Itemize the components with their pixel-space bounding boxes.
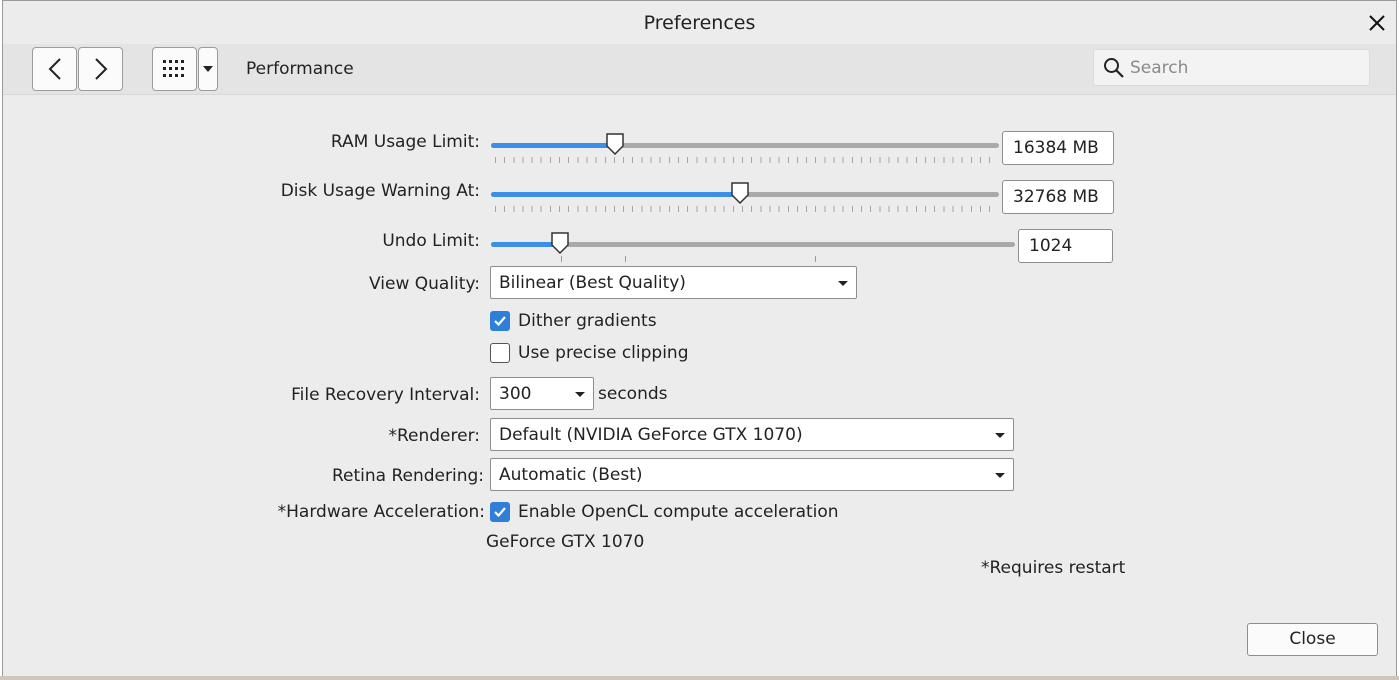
checkmark-icon <box>494 316 506 327</box>
current-section-label: Performance <box>246 59 354 79</box>
window-title: Preferences <box>643 12 756 34</box>
search-input[interactable] <box>1130 55 1360 81</box>
opencl-acceleration-checkbox[interactable] <box>490 502 510 522</box>
slider-ticks <box>495 206 995 212</box>
show-all-dropdown-button[interactable] <box>198 47 218 91</box>
undo-limit-label: Undo Limit: <box>382 231 480 251</box>
slider-thumb-icon[interactable] <box>551 232 569 254</box>
dither-gradients-checkbox[interactable] <box>490 311 510 331</box>
chevron-down-icon <box>838 281 848 286</box>
file-recovery-value: 300 <box>499 384 532 404</box>
requires-restart-note: *Requires restart <box>981 558 1126 578</box>
view-quality-value: Bilinear (Best Quality) <box>499 273 686 293</box>
file-recovery-label: File Recovery Interval: <box>291 385 480 405</box>
view-quality-select[interactable]: Bilinear (Best Quality) <box>490 266 857 299</box>
view-quality-label: View Quality: <box>369 274 480 294</box>
search-icon <box>1104 58 1124 78</box>
disk-warning-slider[interactable] <box>491 182 999 212</box>
forward-arrow-icon <box>94 58 107 80</box>
undo-limit-value[interactable]: 1024 <box>1018 229 1113 263</box>
slider-fill <box>491 242 560 247</box>
slider-thumb-icon[interactable] <box>606 133 624 155</box>
slider-fill <box>491 143 615 148</box>
opencl-acceleration-label: Enable OpenCL compute acceleration <box>518 502 839 522</box>
precise-clipping-checkbox[interactable] <box>490 343 510 363</box>
ram-usage-slider[interactable] <box>491 133 999 163</box>
ram-usage-value[interactable]: 16384 MB <box>1002 131 1114 165</box>
close-icon[interactable] <box>1364 10 1390 36</box>
dither-gradients-label: Dither gradients <box>518 311 657 331</box>
slider-thumb-icon[interactable] <box>731 182 749 204</box>
performance-panel: RAM Usage Limit: 16384 MB Disk Usage War… <box>3 96 1396 676</box>
retina-rendering-value: Automatic (Best) <box>499 465 643 485</box>
slider-ticks <box>495 157 995 163</box>
search-box[interactable] <box>1093 49 1370 86</box>
renderer-label: *Renderer: <box>388 426 480 446</box>
chevron-down-icon <box>995 433 1005 438</box>
retina-rendering-select[interactable]: Automatic (Best) <box>490 458 1014 491</box>
undo-limit-slider[interactable] <box>491 232 1015 262</box>
disk-warning-label: Disk Usage Warning At: <box>280 181 480 201</box>
gpu-device-name: GeForce GTX 1070 <box>486 532 645 552</box>
chevron-down-icon <box>575 392 585 397</box>
back-arrow-icon <box>48 58 61 80</box>
retina-rendering-label: Retina Rendering: <box>331 466 484 486</box>
renderer-value: Default (NVIDIA GeForce GTX 1070) <box>499 425 803 445</box>
ram-usage-label: RAM Usage Limit: <box>330 132 480 152</box>
chevron-down-icon <box>203 66 213 72</box>
chevron-down-icon <box>995 473 1005 478</box>
close-button[interactable]: Close <box>1247 623 1378 656</box>
preferences-window: Preferences Performance Search RAM Usage… <box>2 0 1397 676</box>
slider-tick <box>815 256 816 262</box>
renderer-select[interactable]: Default (NVIDIA GeForce GTX 1070) <box>490 418 1014 451</box>
background-window-strip <box>0 676 1399 680</box>
slider-fill <box>491 192 740 197</box>
slider-tick <box>561 256 562 262</box>
disk-warning-value[interactable]: 32768 MB <box>1002 180 1114 214</box>
checkmark-icon <box>494 507 506 518</box>
slider-track <box>491 242 1015 247</box>
show-all-button[interactable] <box>152 47 197 91</box>
file-recovery-select[interactable]: 300 <box>490 377 594 410</box>
slider-tick <box>625 256 626 262</box>
file-recovery-unit: seconds <box>598 384 668 404</box>
back-button[interactable] <box>32 47 77 91</box>
forward-button[interactable] <box>78 47 123 91</box>
hardware-acceleration-label: *Hardware Acceleration: <box>277 502 485 522</box>
grid-icon <box>162 60 184 77</box>
precise-clipping-label: Use precise clipping <box>518 343 689 363</box>
title-bar: Preferences <box>3 1 1396 45</box>
toolbar: Performance <box>3 44 1396 95</box>
